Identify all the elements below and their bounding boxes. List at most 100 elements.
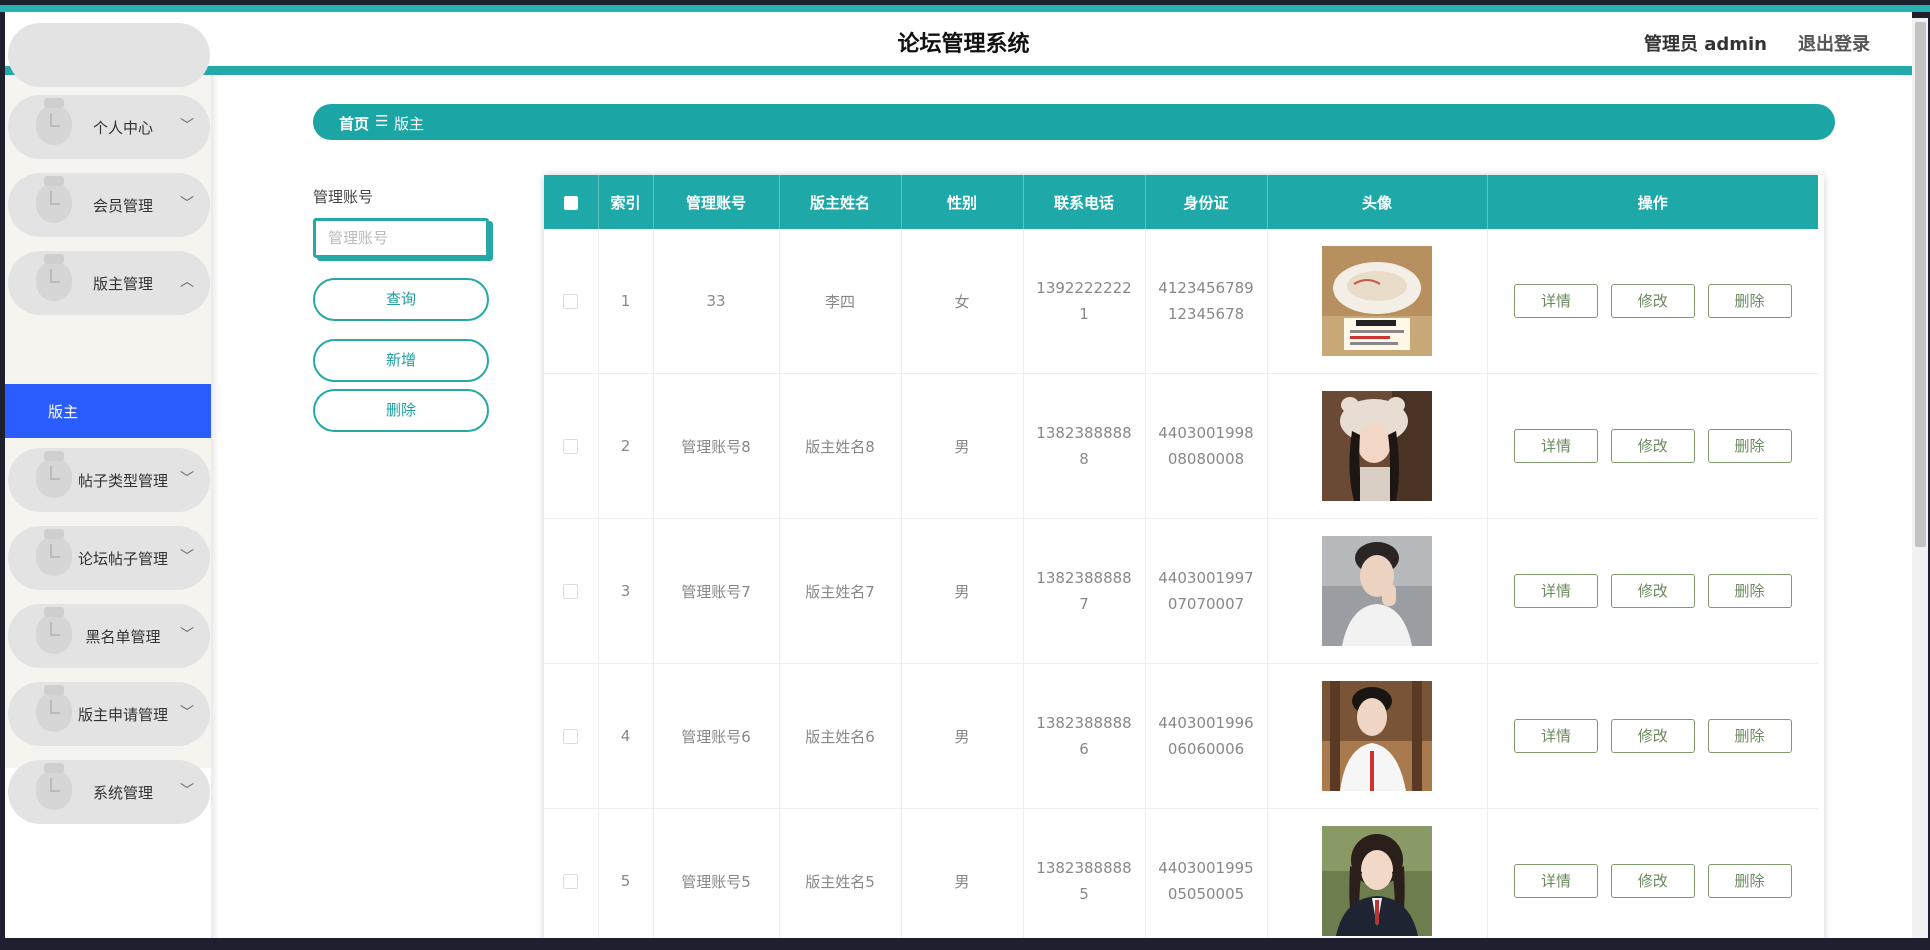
- cell-index: 2: [598, 373, 654, 519]
- phone-text: 13823888887: [1036, 569, 1132, 613]
- row-checkbox[interactable]: [544, 373, 599, 519]
- chevron-down-icon: ﹀: [180, 471, 194, 487]
- cell-gender: 男: [901, 663, 1024, 809]
- cell-account: 管理账号5: [653, 808, 780, 938]
- column-header-avatar: 头像: [1267, 175, 1488, 229]
- idcard-text: 440300199808080008: [1158, 424, 1254, 468]
- sidebar-item-personal-center[interactable]: 个人中心 ﹀: [8, 95, 210, 159]
- column-header-gender: 性别: [901, 175, 1024, 229]
- cell-idcard: 412345678912345678: [1145, 229, 1268, 374]
- chevron-down-icon: ﹀: [180, 118, 194, 134]
- cell-actions: 详情 修改 删除: [1487, 373, 1818, 519]
- cell-name: 版主姓名5: [779, 808, 902, 938]
- delete-button[interactable]: 删除: [1707, 719, 1792, 753]
- breadcrumb: 首页 ☰ 版主: [313, 104, 1835, 140]
- scrollbar-thumb[interactable]: [1915, 22, 1926, 547]
- sidebar-subitem-label: 版主: [48, 403, 79, 421]
- select-all-checkbox[interactable]: [544, 175, 599, 229]
- cell-account: 管理账号7: [653, 518, 780, 664]
- edit-button[interactable]: 修改: [1610, 429, 1695, 463]
- table-row: 4 管理账号6 版主姓名6 男 13823888886 440300199606…: [544, 663, 1818, 809]
- cell-phone: 13823888888: [1023, 373, 1146, 519]
- sidebar-item-post-type-management[interactable]: 帖子类型管理 ﹀: [8, 448, 210, 512]
- sidebar-item-member-management[interactable]: 会员管理 ﹀: [8, 173, 210, 237]
- sidebar-item-system-management[interactable]: 系统管理 ﹀: [8, 760, 210, 824]
- sidebar-item-label: 版主申请管理: [77, 706, 168, 724]
- cell-gender: 男: [901, 808, 1024, 938]
- menu-icon: ☰: [375, 112, 389, 130]
- column-header-actions: 操作: [1487, 175, 1818, 229]
- chevron-up-icon: ︿: [180, 274, 194, 290]
- batch-delete-button[interactable]: 删除: [313, 389, 489, 432]
- cell-idcard: 440300199606060006: [1145, 663, 1268, 809]
- detail-button[interactable]: 详情: [1513, 284, 1598, 318]
- header-accent-bar: [5, 66, 1912, 75]
- sidebar-item-label: 个人中心: [92, 119, 153, 137]
- row-checkbox[interactable]: [544, 518, 599, 664]
- admin-user-label: 管理员 admin: [1643, 34, 1767, 55]
- cell-phone: 13823888887: [1023, 518, 1146, 664]
- app-window: 论坛管理系统 管理员 admin 退出登录 个人中心 ﹀ 会员管理 ﹀ 版主管理…: [5, 12, 1912, 938]
- cell-idcard: 440300199808080008: [1145, 373, 1268, 519]
- cell-account: 管理账号6: [653, 663, 780, 809]
- cell-account: 33: [653, 229, 780, 374]
- query-button[interactable]: 查询: [313, 278, 489, 321]
- cell-index: 3: [598, 518, 654, 664]
- detail-button[interactable]: 详情: [1513, 864, 1598, 898]
- sidebar-item-moderator-management[interactable]: 版主管理 ︿: [8, 251, 210, 315]
- avatar: [1322, 246, 1432, 356]
- cell-avatar: [1267, 808, 1488, 938]
- edit-button[interactable]: 修改: [1610, 719, 1695, 753]
- column-header-name: 版主姓名: [779, 175, 902, 229]
- sidebar-subitem-moderator[interactable]: 版主: [5, 384, 211, 438]
- cell-index: 5: [598, 808, 654, 938]
- breadcrumb-home[interactable]: 首页: [339, 113, 369, 134]
- sidebar-item-hidden[interactable]: [8, 23, 210, 87]
- window-accent-line: [0, 5, 1930, 12]
- idcard-text: 440300199505050005: [1158, 859, 1254, 903]
- idcard-text: 412345678912345678: [1158, 279, 1254, 323]
- logout-button[interactable]: 退出登录: [1798, 30, 1870, 56]
- sidebar-item-label: 会员管理: [92, 197, 153, 215]
- sidebar: 个人中心 ﹀ 会员管理 ﹀ 版主管理 ︿ 版主 帖子类型管理 ﹀ 论坛帖子管理 …: [5, 23, 211, 824]
- sidebar-item-forum-post-management[interactable]: 论坛帖子管理 ﹀: [8, 526, 210, 590]
- cell-phone: 13922222221: [1023, 229, 1146, 374]
- delete-button[interactable]: 删除: [1707, 864, 1792, 898]
- account-search-input[interactable]: [313, 218, 489, 258]
- detail-button[interactable]: 详情: [1513, 574, 1598, 608]
- cell-account: 管理账号8: [653, 373, 780, 519]
- cell-idcard: 440300199707070007: [1145, 518, 1268, 664]
- table-row: 2 管理账号8 版主姓名8 男 13823888888 440300199808…: [544, 373, 1818, 519]
- sidebar-item-label: 版主管理: [92, 275, 153, 293]
- edit-button[interactable]: 修改: [1610, 284, 1695, 318]
- row-checkbox[interactable]: [544, 808, 599, 938]
- detail-button[interactable]: 详情: [1513, 719, 1598, 753]
- sidebar-item-moderator-application[interactable]: 版主申请管理 ﹀: [8, 682, 210, 746]
- row-checkbox[interactable]: [544, 663, 599, 809]
- cell-gender: 男: [901, 518, 1024, 664]
- phone-text: 13823888886: [1036, 714, 1132, 758]
- cell-actions: 详情 修改 删除: [1487, 663, 1818, 809]
- sidebar-item-label: 系统管理: [92, 784, 153, 802]
- breadcrumb-current: 版主: [394, 115, 425, 133]
- cell-name: 李四: [779, 229, 902, 374]
- edit-button[interactable]: 修改: [1610, 574, 1695, 608]
- detail-button[interactable]: 详情: [1513, 429, 1598, 463]
- row-checkbox[interactable]: [544, 229, 599, 374]
- sidebar-item-blacklist-management[interactable]: 黑名单管理 ﹀: [8, 604, 210, 668]
- table-header-row: 索引 管理账号 版主姓名 性别 联系电话 身份证 头像 操作: [544, 175, 1818, 229]
- delete-button[interactable]: 删除: [1707, 574, 1792, 608]
- table-row: 1 33 李四 女 13922222221 412345678912345678: [544, 229, 1818, 374]
- phone-text: 13922222221: [1036, 279, 1132, 323]
- page-title: 论坛管理系统: [897, 32, 1030, 57]
- delete-button[interactable]: 删除: [1707, 284, 1792, 318]
- cell-avatar: [1267, 373, 1488, 519]
- cell-actions: 详情 修改 删除: [1487, 229, 1818, 374]
- cell-avatar: [1267, 229, 1488, 374]
- add-button[interactable]: 新增: [313, 339, 489, 382]
- cell-index: 4: [598, 663, 654, 809]
- delete-button[interactable]: 删除: [1707, 429, 1792, 463]
- chevron-down-icon: ﹀: [180, 705, 194, 721]
- moderator-table: 索引 管理账号 版主姓名 性别 联系电话 身份证 头像 操作 1 33 李四 女…: [544, 175, 1824, 938]
- edit-button[interactable]: 修改: [1610, 864, 1695, 898]
